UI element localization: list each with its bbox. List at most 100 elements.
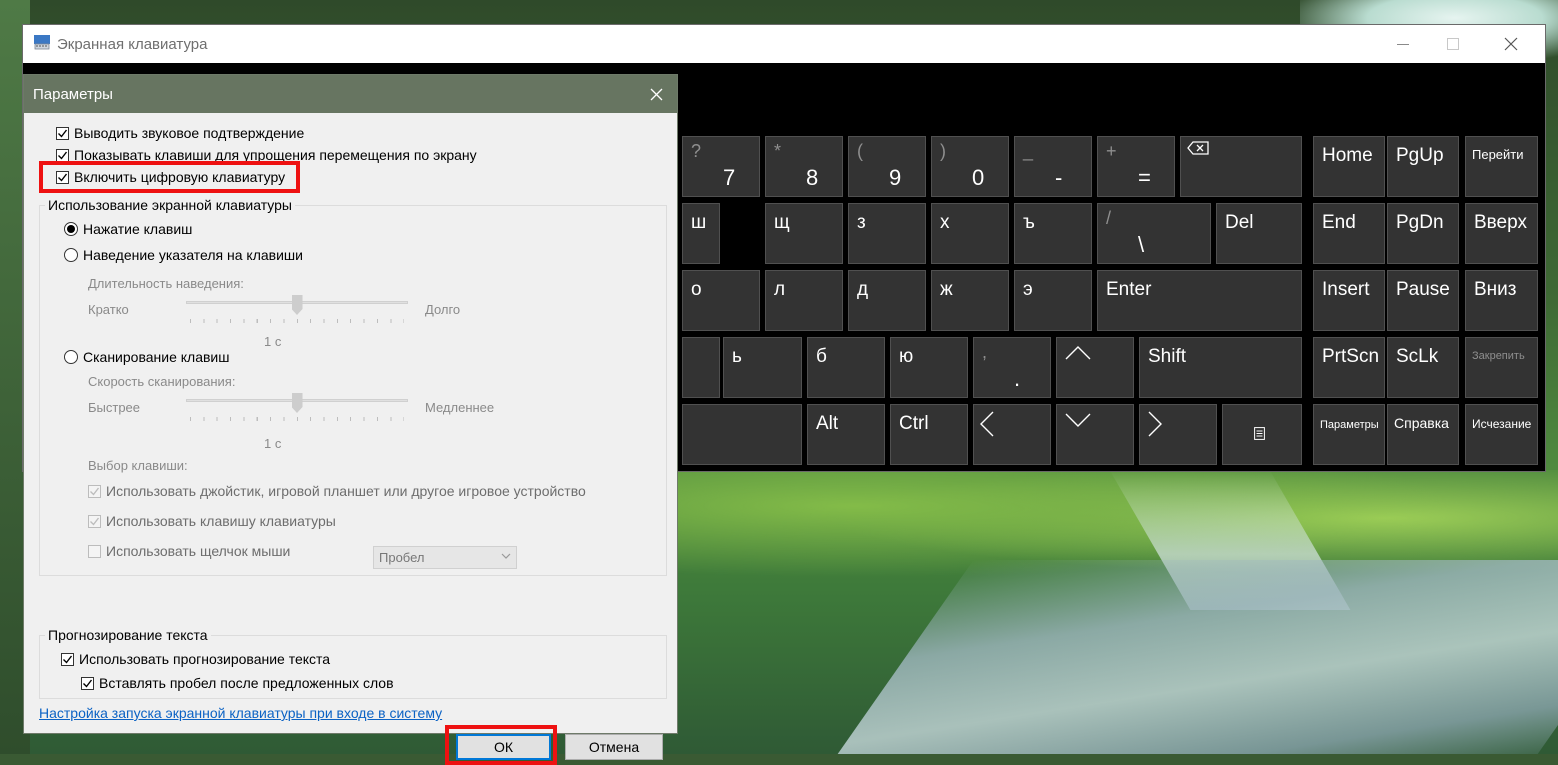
key-dock-bottom[interactable]: Вниз: [1465, 270, 1538, 331]
maximize-button[interactable]: [1429, 25, 1477, 63]
checkbox-unchecked: [88, 544, 101, 558]
key-label: Закрепить: [1472, 350, 1525, 362]
scan-speed-slider[interactable]: [186, 393, 408, 423]
key-shift-char: ?: [691, 141, 702, 161]
key-arrow-up[interactable]: [1056, 337, 1134, 398]
key-dock-top[interactable]: Вверх: [1465, 203, 1538, 264]
key-equals[interactable]: + =: [1097, 136, 1175, 197]
key-l[interactable]: л: [765, 270, 843, 331]
mouse-click-checkbox[interactable]: Использовать щелчок мыши: [88, 543, 290, 559]
key-pgup[interactable]: PgUp: [1387, 136, 1459, 197]
radio-hover[interactable]: Наведение указателя на клавиши: [64, 247, 303, 263]
key-help[interactable]: Справка: [1387, 404, 1459, 465]
key-soft-sign[interactable]: ь: [723, 337, 802, 398]
key-b[interactable]: б: [807, 337, 885, 398]
key-char: б: [816, 346, 827, 367]
key-arrow-right[interactable]: [1139, 404, 1217, 465]
hover-long-label: Долго: [425, 302, 461, 317]
key-period[interactable]: , .: [973, 337, 1051, 398]
cancel-button[interactable]: Отмена: [565, 734, 663, 760]
key-menu[interactable]: [1222, 404, 1302, 465]
options-dialog: Параметры Выводить звуковое подтверждени…: [23, 74, 678, 765]
key-char: =: [1138, 165, 1151, 190]
key-home[interactable]: Home: [1313, 136, 1385, 197]
dialog-title: Параметры: [33, 86, 113, 103]
key-end[interactable]: End: [1313, 203, 1385, 264]
key-backslash[interactable]: / \: [1097, 203, 1211, 264]
startup-settings-link[interactable]: Настройка запуска экранной клавиатуры пр…: [39, 705, 442, 721]
key-options[interactable]: Параметры: [1313, 404, 1385, 465]
checkbox-checked: [56, 126, 69, 140]
key-dock[interactable]: Закрепить: [1465, 337, 1538, 398]
radio-scanning[interactable]: Сканирование клавиш: [64, 349, 229, 365]
insert-space-checkbox[interactable]: Вставлять пробел после предложенных слов: [81, 675, 394, 691]
key-fade[interactable]: Исчезание: [1465, 404, 1538, 465]
sound-feedback-checkbox[interactable]: Выводить звуковое подтверждение: [56, 125, 304, 141]
dialog-titlebar[interactable]: Параметры: [24, 75, 677, 113]
key-char: .: [1014, 366, 1021, 391]
scan-key-dropdown[interactable]: Пробел: [373, 546, 517, 569]
usage-group-label: Использование экранной клавиатуры: [45, 197, 295, 213]
key-space-partial[interactable]: [682, 404, 802, 465]
minimize-button[interactable]: [1379, 25, 1427, 63]
osk-titlebar[interactable]: Экранная клавиатура: [23, 25, 1545, 63]
key-zh[interactable]: ж: [931, 270, 1009, 331]
key-del[interactable]: Del: [1216, 203, 1302, 264]
radio-selected: [64, 222, 78, 236]
key-ctrl[interactable]: Ctrl: [890, 404, 968, 465]
key-o[interactable]: о: [682, 270, 760, 331]
key-char: \: [1138, 232, 1145, 257]
highlight-numeric-keypad: [39, 161, 300, 193]
key-label: Перейти: [1472, 147, 1524, 162]
close-icon: [650, 88, 662, 100]
key-backspace[interactable]: [1180, 136, 1302, 197]
keyboard-key-checkbox[interactable]: Использовать клавишу клавиатуры: [88, 513, 336, 529]
key-kh[interactable]: х: [931, 203, 1009, 264]
key-arrow-down[interactable]: [1056, 404, 1134, 465]
radio-key-press[interactable]: Нажатие клавиш: [64, 221, 192, 237]
close-button[interactable]: [1487, 25, 1535, 63]
key-label: PgUp: [1396, 145, 1444, 166]
key-yu[interactable]: ю: [890, 337, 968, 398]
key-8[interactable]: * 8: [765, 136, 843, 197]
key-0[interactable]: ) 0: [931, 136, 1009, 197]
key-pause[interactable]: Pause: [1387, 270, 1459, 331]
slider-thumb[interactable]: [291, 295, 303, 315]
hover-value-label: 1 с: [264, 334, 282, 349]
dialog-close-button[interactable]: [641, 79, 671, 109]
arrow-up-icon: [1065, 346, 1091, 360]
key-shift-char: *: [774, 141, 782, 161]
key-e[interactable]: э: [1014, 270, 1092, 331]
key-pgdn[interactable]: PgDn: [1387, 203, 1459, 264]
joystick-checkbox[interactable]: Использовать джойстик, игровой планшет и…: [88, 483, 586, 499]
key-partial-left[interactable]: [682, 337, 720, 398]
key-label: Pause: [1396, 279, 1450, 300]
key-z[interactable]: з: [848, 203, 926, 264]
key-minus[interactable]: _ -: [1014, 136, 1092, 197]
key-shch[interactable]: щ: [765, 203, 843, 264]
key-sh[interactable]: ш: [682, 203, 720, 264]
key-enter[interactable]: Enter: [1097, 270, 1302, 331]
hover-duration-slider[interactable]: [186, 295, 408, 325]
key-shift-char: (: [857, 141, 863, 161]
key-d[interactable]: д: [848, 270, 926, 331]
radio-label: Нажатие клавиш: [83, 221, 193, 237]
key-hard-sign[interactable]: ъ: [1014, 203, 1092, 264]
key-label: Del: [1225, 212, 1254, 233]
key-sclk[interactable]: ScLk: [1387, 337, 1459, 398]
checkbox-label: Выводить звуковое подтверждение: [74, 125, 305, 141]
key-prtscn[interactable]: PrtScn: [1313, 337, 1385, 398]
use-prediction-checkbox[interactable]: Использовать прогнозирование текста: [61, 651, 330, 667]
checkbox-label: Вставлять пробел после предложенных слов: [99, 675, 394, 691]
key-7[interactable]: ? 7: [682, 136, 760, 197]
key-alt[interactable]: Alt: [807, 404, 885, 465]
key-goto[interactable]: Перейти: [1465, 136, 1538, 197]
key-label: Shift: [1148, 346, 1187, 367]
key-label: Insert: [1322, 279, 1370, 300]
key-arrow-left[interactable]: [973, 404, 1051, 465]
key-shift[interactable]: Shift: [1139, 337, 1302, 398]
scan-value-label: 1 с: [264, 436, 282, 451]
key-9[interactable]: ( 9: [848, 136, 926, 197]
key-insert[interactable]: Insert: [1313, 270, 1385, 331]
slider-thumb[interactable]: [291, 393, 303, 413]
